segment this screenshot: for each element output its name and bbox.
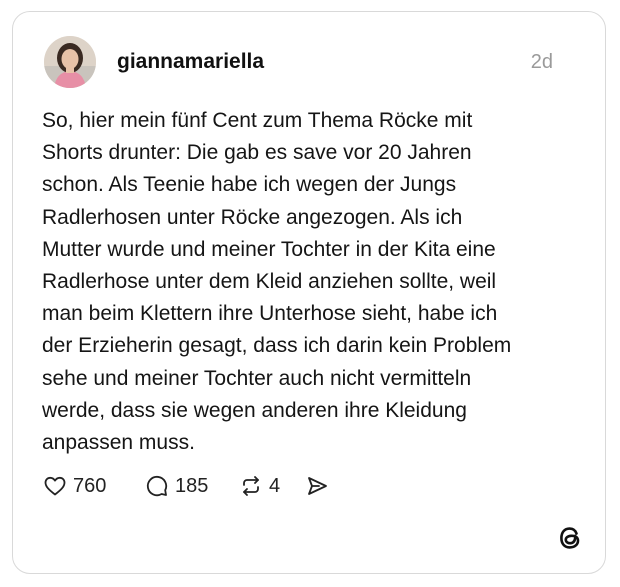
share-button[interactable]	[305, 473, 329, 499]
like-button[interactable]: 760	[43, 473, 106, 499]
like-count: 760	[73, 474, 107, 497]
username[interactable]: giannamariella	[117, 50, 264, 74]
reply-count: 185	[175, 474, 209, 497]
repost-button[interactable]: 4	[239, 473, 280, 499]
avatar-photo	[44, 36, 96, 88]
post-timestamp: 2d	[530, 51, 553, 73]
post-text: So, hier mein fünf Cent zum Thema Röcke …	[42, 109, 512, 455]
threads-logo-icon	[557, 525, 583, 551]
post-card: giannamariella 2d So, hier mein fünf Cen…	[12, 11, 606, 574]
avatar[interactable]	[44, 36, 96, 88]
repost-icon	[243, 476, 259, 496]
reply-button[interactable]: 185	[145, 473, 208, 499]
comment-icon	[146, 476, 168, 497]
heart-icon	[44, 476, 66, 496]
send-icon	[308, 477, 327, 495]
repost-count: 4	[269, 474, 281, 497]
